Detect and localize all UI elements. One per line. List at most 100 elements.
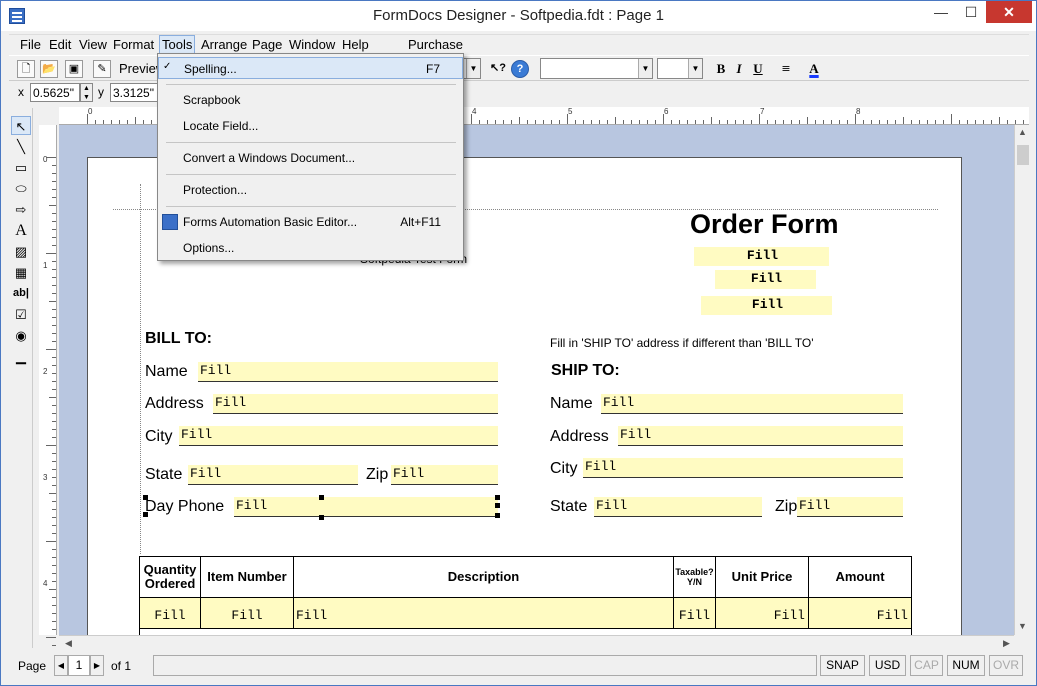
day-phone-field[interactable]: Fill [234, 497, 498, 517]
text-tool-icon[interactable]: A [11, 221, 31, 240]
arrow-tool-icon[interactable]: ⇨ [11, 200, 31, 219]
context-help-icon[interactable]: ↖? [489, 60, 507, 78]
italic-button[interactable]: I [730, 60, 748, 78]
font-name-dropdown[interactable]: ▼ [540, 58, 653, 79]
bold-button[interactable]: B [712, 60, 730, 78]
scroll-down-icon[interactable]: ▼ [1018, 621, 1027, 631]
menu-item-basic-editor[interactable]: Forms Automation Basic Editor... Alt+F11 [158, 211, 463, 233]
selection-handle[interactable] [319, 515, 324, 520]
form-title[interactable]: Order Form [690, 209, 839, 240]
horizontal-scrollbar[interactable]: ◀ ▶ [59, 635, 1014, 651]
ship-state-field[interactable]: Fill [594, 497, 762, 517]
bill-state-label[interactable]: State [145, 466, 182, 484]
button-tool-icon[interactable]: ▁ [11, 347, 31, 366]
vertical-scrollbar[interactable]: ▲ ▼ [1014, 125, 1030, 635]
header-field[interactable]: Fill [694, 247, 829, 266]
rectangle-tool-icon[interactable]: ▭ [11, 158, 31, 177]
header-field[interactable]: Fill [715, 270, 816, 289]
prev-page-button[interactable]: ◀ [54, 655, 68, 676]
menu-help[interactable]: Help [342, 37, 369, 52]
menu-file[interactable]: File [20, 37, 41, 52]
save-icon[interactable]: ▣ [65, 60, 83, 78]
bill-name-label[interactable]: Name [145, 363, 188, 381]
selection-handle[interactable] [319, 495, 324, 500]
scroll-right-icon[interactable]: ▶ [1003, 638, 1010, 649]
ship-city-field[interactable]: Fill [583, 458, 903, 478]
ship-name-label[interactable]: Name [550, 395, 593, 413]
bill-zip-label[interactable]: Zip [366, 466, 388, 484]
menu-tools[interactable]: Tools [159, 35, 196, 54]
page-number-input[interactable]: 1 [68, 655, 90, 676]
ship-address-label[interactable]: Address [550, 428, 609, 446]
open-folder-icon[interactable]: 📂 [40, 60, 58, 78]
line-tool-icon[interactable]: ╲ [11, 137, 31, 156]
y-position-input[interactable]: 3.3125" [110, 83, 160, 102]
bill-zip-field[interactable]: Fill [391, 465, 498, 485]
unit-price-cell[interactable]: Fill [716, 597, 809, 629]
ship-state-label[interactable]: State [550, 498, 587, 516]
pointer-tool-icon[interactable]: ↖ [11, 116, 31, 135]
description-cell[interactable]: Fill [294, 597, 674, 629]
selection-handle[interactable] [143, 512, 148, 517]
bill-address-field[interactable]: Fill [213, 394, 498, 414]
menu-item-convert-document[interactable]: Convert a Windows Document... [158, 147, 463, 169]
col-quantity-header[interactable]: Quantity Ordered [140, 557, 201, 597]
minimize-button[interactable]: — [926, 1, 956, 23]
bill-name-field[interactable]: Fill [198, 362, 498, 382]
menu-item-locate-field[interactable]: Locate Field... [158, 115, 463, 137]
ellipse-tool-icon[interactable]: ⬭ [11, 179, 31, 198]
menu-arrange[interactable]: Arrange [201, 37, 247, 52]
col-description-header[interactable]: Description [294, 557, 674, 597]
col-taxable-header[interactable]: Taxable? Y/N [674, 557, 716, 597]
maximize-button[interactable]: ☐ [956, 1, 986, 23]
selection-handle[interactable] [495, 513, 500, 518]
quantity-cell[interactable]: Fill [140, 597, 201, 629]
x-position-input[interactable]: 0.5625" [30, 83, 80, 102]
menu-format[interactable]: Format [113, 37, 154, 52]
item-number-cell[interactable]: Fill [201, 597, 294, 629]
checkbox-tool-icon[interactable]: ☑ [11, 305, 31, 324]
header-field[interactable]: Fill [701, 296, 832, 315]
menu-page[interactable]: Page [252, 37, 282, 52]
amount-cell[interactable]: Fill [809, 597, 911, 629]
underline-button[interactable]: U [749, 60, 767, 78]
radio-tool-icon[interactable]: ◉ [11, 326, 31, 345]
x-spinner[interactable]: ▲ ▼ [80, 83, 93, 102]
snap-indicator[interactable]: SNAP [820, 655, 865, 676]
zoom-dropdown[interactable]: ▼ [461, 58, 481, 79]
menu-item-spelling[interactable]: ✓ Spelling... F7 [158, 57, 463, 79]
bill-state-field[interactable]: Fill [188, 465, 358, 485]
menu-item-scrapbook[interactable]: Scrapbook [158, 89, 463, 111]
bill-address-label[interactable]: Address [145, 395, 204, 413]
field-tool-icon[interactable]: ab| [11, 284, 31, 303]
ship-to-note[interactable]: Fill in 'SHIP TO' address if different t… [550, 336, 814, 350]
help-icon[interactable]: ? [511, 60, 529, 78]
scroll-up-icon[interactable]: ▲ [1018, 127, 1027, 137]
menu-window[interactable]: Window [289, 37, 335, 52]
font-color-button[interactable]: A [805, 60, 823, 78]
close-button[interactable]: ✕ [986, 1, 1032, 23]
ship-to-heading[interactable]: SHIP TO: [551, 362, 620, 380]
menu-item-protection[interactable]: Protection... [158, 179, 463, 201]
bill-city-label[interactable]: City [145, 428, 173, 446]
menu-purchase[interactable]: Purchase [408, 37, 463, 52]
col-item-number-header[interactable]: Item Number [201, 557, 294, 597]
scroll-thumb[interactable] [1017, 145, 1029, 165]
usd-indicator[interactable]: USD [869, 655, 906, 676]
image-tool-icon[interactable]: ▨ [11, 242, 31, 261]
scroll-left-icon[interactable]: ◀ [65, 638, 72, 649]
menu-item-options[interactable]: Options... [158, 237, 463, 259]
ship-address-field[interactable]: Fill [618, 426, 903, 446]
ship-zip-field[interactable]: Fill [797, 497, 903, 517]
table-tool-icon[interactable]: ▦ [11, 263, 31, 282]
bill-to-heading[interactable]: BILL TO: [145, 330, 212, 348]
selection-handle[interactable] [495, 495, 500, 500]
edit-pencil-icon[interactable]: ✎ [93, 60, 111, 78]
col-unit-price-header[interactable]: Unit Price [716, 557, 809, 597]
menu-view[interactable]: View [79, 37, 107, 52]
day-phone-label[interactable]: Day Phone [145, 498, 224, 516]
col-amount-header[interactable]: Amount [809, 557, 911, 597]
ship-zip-label[interactable]: Zip [775, 498, 797, 516]
ship-name-field[interactable]: Fill [601, 394, 903, 414]
font-size-dropdown[interactable]: ▼ [657, 58, 703, 79]
